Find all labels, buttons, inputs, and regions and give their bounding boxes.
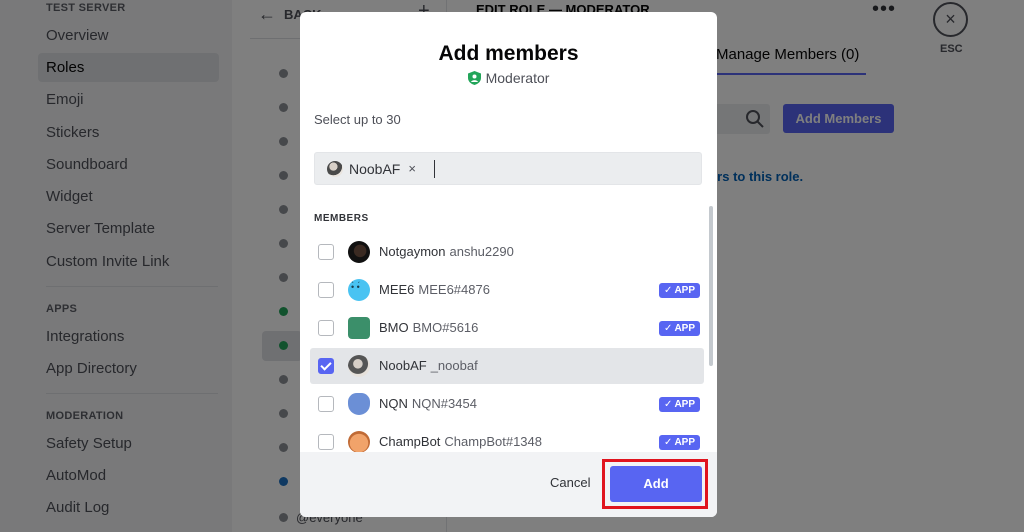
checkmark-icon: ✓ bbox=[664, 323, 673, 334]
members-heading: MEMBERS bbox=[314, 213, 369, 224]
highlight-box bbox=[602, 459, 708, 509]
add-members-modal: Add members Moderator Select up to 30 No… bbox=[300, 12, 717, 517]
member-username: _noobaf bbox=[430, 358, 478, 373]
member-username: MEE6#4876 bbox=[418, 282, 490, 297]
list-item[interactable]: Notgaymon anshu2290 bbox=[310, 234, 704, 270]
checkmark-icon: ✓ bbox=[664, 437, 673, 448]
member-checkbox[interactable] bbox=[318, 244, 334, 260]
select-limit-hint: Select up to 30 bbox=[314, 112, 401, 127]
member-checkbox[interactable] bbox=[318, 396, 334, 412]
member-label: NoobAF _noobaf bbox=[379, 358, 478, 373]
app-badge-label: APP bbox=[674, 285, 695, 296]
member-label: MEE6 MEE6#4876 bbox=[379, 282, 490, 297]
member-username: BMO#5616 bbox=[412, 320, 479, 335]
avatar bbox=[348, 355, 370, 377]
avatar bbox=[348, 431, 370, 453]
member-checkbox[interactable] bbox=[318, 282, 334, 298]
member-name: MEE6 bbox=[379, 282, 415, 297]
member-name: ChampBot bbox=[379, 434, 441, 449]
avatar bbox=[348, 241, 370, 263]
member-checkbox[interactable] bbox=[318, 320, 334, 336]
member-search-input[interactable]: NoobAF × bbox=[314, 152, 702, 185]
member-checkbox[interactable] bbox=[318, 434, 334, 450]
members-list: Notgaymonanshu2290 MEE6MEE6#4876 ✓APP BM… bbox=[310, 234, 706, 453]
member-checkbox[interactable] bbox=[318, 358, 334, 374]
avatar bbox=[348, 393, 370, 415]
avatar bbox=[327, 160, 343, 177]
member-label: NQN NQN#3454 bbox=[379, 396, 477, 411]
selected-chip-name: NoobAF bbox=[349, 160, 401, 177]
cancel-button[interactable]: Cancel bbox=[550, 475, 590, 490]
member-username: anshu2290 bbox=[449, 244, 514, 259]
member-name: NQN bbox=[379, 396, 408, 411]
member-username: ChampBot#1348 bbox=[444, 434, 542, 449]
role-shield-icon bbox=[467, 71, 481, 85]
list-item[interactable]: NoobAF _noobaf bbox=[310, 348, 704, 384]
list-item[interactable]: NQN NQN#3454 ✓ APP bbox=[310, 386, 704, 422]
member-name: NoobAF bbox=[379, 358, 427, 373]
modal-title: Add members bbox=[438, 42, 579, 65]
app-badge-label: APP bbox=[674, 437, 695, 448]
list-item[interactable]: MEE6MEE6#4876 ✓APP bbox=[310, 272, 704, 308]
avatar bbox=[348, 317, 370, 339]
members-scrollbar[interactable] bbox=[709, 206, 713, 366]
modal-subtitle: Moderator bbox=[300, 70, 717, 86]
text-caret bbox=[433, 159, 435, 178]
app-badge: ✓ APP bbox=[659, 435, 700, 450]
app-badge: ✓ APP bbox=[659, 283, 700, 298]
member-name: Notgaymon bbox=[379, 244, 446, 259]
checkmark-icon: ✓ bbox=[664, 399, 673, 410]
member-name: BMO bbox=[379, 320, 409, 335]
member-label: BMO BMO#5616 bbox=[379, 320, 478, 335]
app-badge: ✓ APP bbox=[659, 321, 700, 336]
member-label: Notgaymon anshu2290 bbox=[379, 244, 514, 259]
app-badge: ✓ APP bbox=[659, 397, 700, 412]
avatar bbox=[348, 279, 370, 301]
app-badge-label: APP bbox=[674, 323, 695, 334]
role-name: Moderator bbox=[485, 70, 550, 86]
member-label: ChampBot ChampBot#1348 bbox=[379, 434, 542, 449]
remove-chip-icon[interactable]: × bbox=[408, 161, 416, 176]
checkmark-icon: ✓ bbox=[664, 285, 673, 296]
list-item[interactable]: BMO BMO#5616 ✓ APP bbox=[310, 310, 704, 346]
member-username: NQN#3454 bbox=[411, 396, 477, 411]
app-badge-label: APP bbox=[674, 399, 695, 410]
